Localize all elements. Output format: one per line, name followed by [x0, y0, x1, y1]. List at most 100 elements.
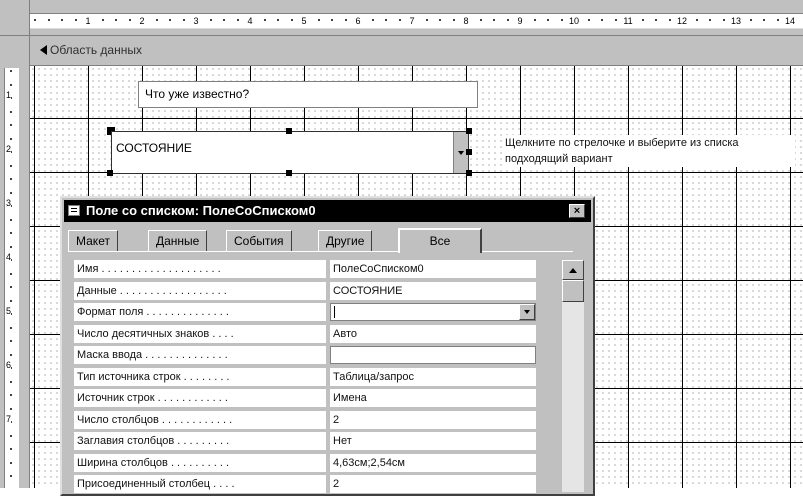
property-sheet-titlebar[interactable]: Поле со списком: ПолеСоСписком0 × — [64, 200, 591, 222]
ruler-number: 10 — [567, 14, 581, 28]
text-caret — [334, 306, 335, 318]
ruler-tick — [398, 19, 401, 21]
property-row[interactable]: Тип источника строк . . . . . . . . Табл… — [74, 367, 536, 390]
ruler-tick — [10, 272, 12, 275]
property-scrollbar[interactable] — [562, 260, 584, 492]
property-value[interactable] — [330, 346, 536, 364]
property-row[interactable]: Заглавия столбцов . . . . . . . . . Нет — [74, 432, 536, 454]
property-value[interactable]: СОСТОЯНИЕ — [330, 281, 536, 300]
property-value[interactable]: 4,63см;2,54см — [330, 453, 536, 472]
tab-other[interactable]: Другие — [318, 230, 373, 252]
ruler-tick — [493, 19, 495, 21]
ruler-tick — [10, 326, 12, 329]
label-control-known[interactable]: Что уже известно? — [138, 81, 478, 108]
tab-data[interactable]: Данные — [148, 230, 208, 252]
ruler-tick — [709, 19, 711, 21]
ruler-tick — [10, 191, 12, 194]
ruler-tick — [331, 19, 333, 21]
ruler-tick — [385, 19, 387, 21]
ruler-tick — [47, 19, 50, 21]
property-row[interactable]: Ширина столбцов . . . . . . . . . . 4,63… — [74, 453, 536, 476]
property-value[interactable]: Таблица/запрос — [330, 367, 536, 386]
ruler-number: 12 — [675, 14, 689, 28]
property-row[interactable]: Число столбцов . . . . . . . . . . . . 2 — [74, 410, 536, 433]
property-value[interactable]: ПолеСоСписком0 — [330, 260, 536, 278]
horizontal-ruler-strip: 1 2 3 4 5 6 7 8 9 10 11 12 13 14 — [30, 13, 803, 29]
section-title: Область данных — [50, 43, 142, 57]
ruler-tick — [209, 19, 212, 21]
ruler-tick — [10, 137, 12, 140]
tab-all[interactable]: Все — [398, 228, 482, 253]
property-name: Имя . . . . . . . . . . . . . . . . . . … — [74, 260, 326, 278]
property-value[interactable]: Нет — [330, 432, 536, 450]
section-header-detail[interactable]: Область данных — [30, 36, 803, 66]
property-row[interactable]: Данные . . . . . . . . . . . . . . . . .… — [74, 281, 536, 304]
property-value[interactable]: Имена — [330, 389, 536, 407]
close-icon[interactable]: × — [569, 204, 585, 218]
ruler-number: 2 — [6, 144, 12, 154]
resize-handle-bottom[interactable] — [286, 170, 292, 176]
ruler-tick — [169, 19, 171, 21]
resize-handle-bottom-right[interactable] — [466, 170, 472, 176]
property-row[interactable]: Формат поля . . . . . . . . . . . . . . — [74, 303, 536, 325]
ruler-tick — [587, 19, 590, 21]
property-value[interactable]: Авто — [330, 324, 536, 343]
property-row[interactable]: Маска ввода . . . . . . . . . . . . . . — [74, 346, 536, 368]
ruler-tick — [763, 19, 765, 21]
property-value-editing[interactable] — [330, 303, 536, 321]
property-row[interactable]: Присоединенный столбец . . . . 2 — [74, 475, 536, 497]
property-panel: Имя . . . . . . . . . . . . . . . . . . … — [68, 251, 584, 493]
ruler-tick — [182, 19, 185, 21]
section-header-label: Область данных — [40, 43, 142, 57]
scroll-thumb[interactable] — [562, 280, 584, 302]
tab-events[interactable]: События — [226, 230, 292, 252]
property-row[interactable]: Имя . . . . . . . . . . . . . . . . . . … — [74, 260, 536, 282]
ruler-number: 2 — [138, 14, 146, 28]
property-name: Тип источника строк . . . . . . . . — [74, 367, 326, 386]
ruler-tick — [317, 19, 320, 21]
ruler-tick — [10, 380, 12, 383]
property-row[interactable]: Источник строк . . . . . . . . . . . . И… — [74, 389, 536, 411]
ruler-tick — [10, 124, 12, 126]
property-name: Число десятичных знаков . . . . — [74, 324, 326, 343]
ruler-tick — [344, 19, 347, 21]
ruler-number: 11 — [622, 14, 634, 28]
property-row[interactable]: Число десятичных знаков . . . . Авто — [74, 324, 536, 347]
combo-box-control[interactable]: СОСТОЯНИЕ — [111, 131, 469, 174]
property-name: Присоединенный столбец . . . . — [74, 475, 326, 493]
ruler-tick — [614, 19, 617, 21]
ruler-number: 5 — [6, 306, 12, 316]
ruler-number: 3 — [192, 14, 200, 28]
combo-box-text: СОСТОЯНИЕ — [116, 141, 192, 155]
vertical-ruler[interactable]: 1 2 3 4 5 6 7 — [0, 36, 30, 488]
ruler-tick — [10, 340, 12, 342]
ruler-tick — [10, 286, 12, 288]
ruler-tick — [425, 19, 428, 21]
ruler-tick — [10, 299, 12, 302]
hint-label[interactable]: Щелкните по стрелочке и выберите из спис… — [505, 135, 795, 167]
ruler-number: 6 — [354, 14, 362, 28]
property-dropdown-button[interactable] — [519, 304, 535, 320]
resize-handle-right[interactable] — [466, 149, 472, 155]
ruler-tick — [641, 19, 644, 21]
scroll-up-button[interactable] — [562, 260, 584, 280]
ruler-tick — [61, 19, 63, 21]
ruler-tick — [371, 19, 374, 21]
vertical-ruler-strip: 1 2 3 4 5 6 7 — [4, 68, 19, 488]
ruler-tick — [223, 19, 225, 21]
tab-layout[interactable]: Макет — [68, 230, 118, 252]
resize-handle-bottom-left[interactable] — [107, 170, 113, 176]
property-list: Имя . . . . . . . . . . . . . . . . . . … — [74, 260, 536, 497]
property-value[interactable]: 2 — [330, 410, 536, 429]
property-value[interactable]: 2 — [330, 475, 536, 493]
ruler-tick — [10, 434, 12, 437]
ruler-tick — [10, 70, 12, 72]
ruler-tick — [452, 19, 455, 21]
horizontal-ruler[interactable]: 1 2 3 4 5 6 7 8 9 10 11 12 13 14 — [30, 0, 803, 36]
ruler-tick — [101, 19, 104, 21]
resize-handle-top-right[interactable] — [466, 128, 472, 134]
property-sheet-window[interactable]: Поле со списком: ПолеСоСписком0 × Макет … — [60, 196, 595, 496]
ruler-number: 8 — [462, 14, 470, 28]
ruler-tick — [10, 110, 12, 113]
resize-handle-top[interactable] — [286, 128, 292, 134]
